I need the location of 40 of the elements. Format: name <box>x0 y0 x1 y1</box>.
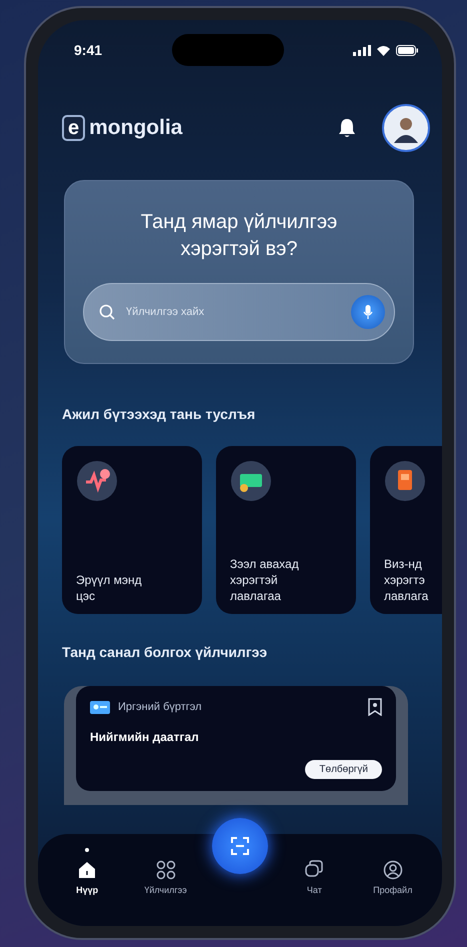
hero-title: Танд ямар үйлчилгээ хэрэгтэй вэ? <box>140 210 338 262</box>
active-dot <box>85 848 90 852</box>
heartbeat-icon <box>76 460 118 502</box>
wifi-icon <box>376 44 391 56</box>
profile-icon <box>382 860 403 880</box>
nav-tab[interactable]: Нүүр <box>55 854 120 895</box>
bookmark-icon[interactable] <box>368 698 382 716</box>
scan-icon <box>230 836 250 856</box>
search-field[interactable]: Үйлчилгээ хайх <box>83 283 395 341</box>
logo-text: mongolia <box>89 116 182 140</box>
search-icon <box>99 304 115 320</box>
nav-tab[interactable]: Чат <box>282 854 346 895</box>
service-label: Зээл авахад хэрэгтэй лавлагаа <box>230 556 300 604</box>
nav-tab[interactable]: Профайл <box>360 854 425 895</box>
scan-button[interactable] <box>212 818 268 874</box>
price-badge: Төлбөргүй <box>305 760 382 779</box>
logo-mark: e <box>62 115 86 141</box>
service-title: Нийгмийн даатгал <box>90 730 200 744</box>
service-label: Виз-нд хэрэгтэ лавлага <box>384 556 430 604</box>
status-time: 9:41 <box>74 42 102 58</box>
signal-icon <box>353 44 371 56</box>
avatar[interactable] <box>382 104 430 152</box>
grid-icon <box>156 860 176 880</box>
notification-bell-icon[interactable] <box>338 118 356 138</box>
service-card[interactable]: Эрүүл мэнд цэс <box>62 446 202 614</box>
home-icon <box>77 860 98 880</box>
nav-tab[interactable]: Үйлчилгээ <box>134 854 198 895</box>
passport-icon <box>384 460 426 502</box>
category-label: Иргэний бүртгэл <box>118 701 202 713</box>
microphone-icon <box>363 305 373 319</box>
chat-icon <box>304 860 324 880</box>
banknote-icon <box>230 460 272 502</box>
id-card-icon <box>90 700 110 714</box>
service-card[interactable]: Виз-нд хэрэгтэ лавлага <box>370 446 442 614</box>
service-card[interactable]: Зээл авахад хэрэгтэй лавлагаа <box>216 446 356 614</box>
service-label: Эрүүл мэнд цэс <box>76 572 143 604</box>
battery-icon <box>396 44 418 56</box>
section-title: Танд санал болгох үйлчилгээ <box>61 643 268 660</box>
section-title: Ажил бүтээхэд тань туслъя <box>61 405 256 422</box>
recommended-card[interactable]: Иргэний бүртгэл Нийгмийн даатгал Төлбөргүй <box>76 686 396 791</box>
